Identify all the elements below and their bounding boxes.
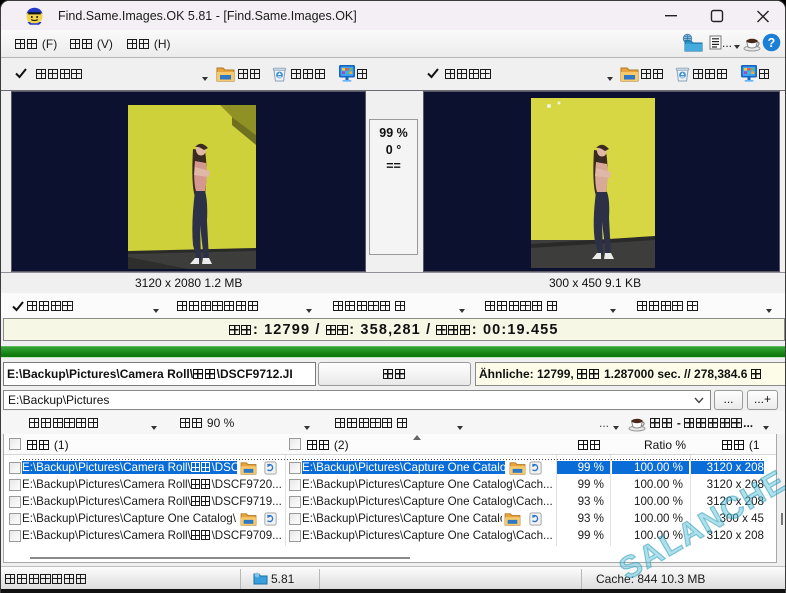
svg-text:?: ? (768, 36, 776, 50)
